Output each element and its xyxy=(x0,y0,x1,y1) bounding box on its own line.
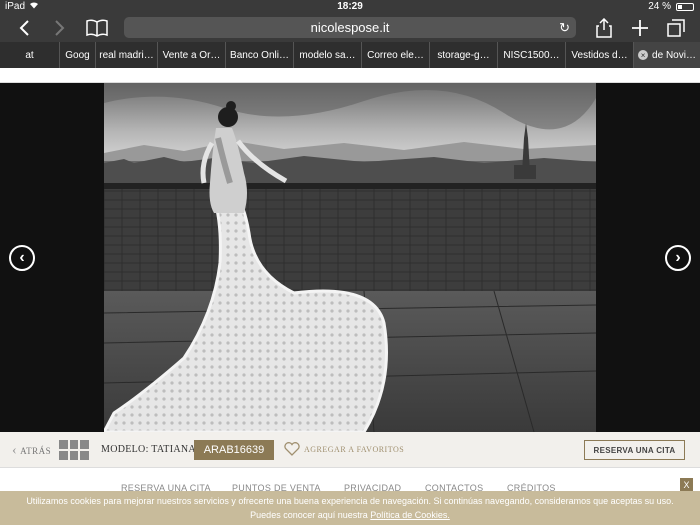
reserve-appointment-button[interactable]: RESERVA UNA CITA xyxy=(584,440,685,460)
tab-8[interactable]: storage-g… xyxy=(430,42,498,68)
tab-7[interactable]: Correo ele… xyxy=(362,42,430,68)
tab-3[interactable]: real madri… xyxy=(96,42,158,68)
cookie-close-button[interactable]: X xyxy=(680,478,693,491)
clock: 18:29 xyxy=(337,1,363,12)
tab-2[interactable]: Goog xyxy=(60,42,96,68)
browser-toolbar: nicolespose.it ↻ xyxy=(0,14,700,42)
heart-icon xyxy=(284,442,300,456)
bookmarks-icon[interactable] xyxy=(84,16,110,40)
tabs-overview-icon[interactable] xyxy=(664,16,688,40)
status-bar: iPad 18:29 24 % xyxy=(0,0,700,14)
tab-10[interactable]: Vestidos d… xyxy=(566,42,634,68)
cookie-banner: Utilizamos cookies para mejorar nuestros… xyxy=(0,491,700,525)
model-name: MODELO: TATIANA xyxy=(101,444,196,455)
grid-view-icon[interactable] xyxy=(59,440,89,460)
model-bar: ‹ ATRÁS MODELO: TATIANA ARAB16639 AGREGA… xyxy=(0,432,700,468)
tab-4[interactable]: Vente a Or… xyxy=(158,42,226,68)
cookie-text: Utilizamos cookies para mejorar nuestros… xyxy=(26,496,674,506)
chevron-right-icon: › xyxy=(675,249,681,266)
cookie-text-line2: Puedes conocer aquí nuestra Política de … xyxy=(250,510,450,520)
page-top-strip xyxy=(0,68,700,83)
next-photo-button[interactable]: › xyxy=(665,245,691,271)
forward-icon[interactable] xyxy=(48,16,72,40)
tab-5[interactable]: Banco Onli… xyxy=(226,42,294,68)
tab-bar: at Goog real madri… Vente a Or… Banco On… xyxy=(0,42,700,68)
chevron-left-icon: ‹ xyxy=(12,443,18,458)
tab-1[interactable]: at xyxy=(0,42,60,68)
back-label: ATRÁS xyxy=(20,446,52,456)
battery-icon xyxy=(676,2,694,11)
tab-9[interactable]: NISC1500… xyxy=(498,42,566,68)
reload-icon[interactable]: ↻ xyxy=(559,17,570,38)
address-bar[interactable]: nicolespose.it ↻ xyxy=(124,17,576,38)
dress-photo xyxy=(104,83,596,432)
battery-percent: 24 % xyxy=(648,1,671,12)
prev-photo-button[interactable]: ‹ xyxy=(9,245,35,271)
share-icon[interactable] xyxy=(592,16,616,40)
chevron-left-icon: ‹ xyxy=(19,249,25,266)
back-icon[interactable] xyxy=(12,16,36,40)
add-to-favorites-link[interactable]: AGREGAR A FAVORITOS xyxy=(284,442,404,456)
tab-6[interactable]: modelo sa… xyxy=(294,42,362,68)
favorites-label: AGREGAR A FAVORITOS xyxy=(304,444,405,454)
model-code-badge: ARAB16639 xyxy=(194,440,274,460)
back-link[interactable]: ‹ ATRÁS xyxy=(12,443,51,459)
new-tab-icon[interactable] xyxy=(628,16,652,40)
tab-active[interactable]: × de Novi… xyxy=(634,42,700,68)
close-tab-icon[interactable]: × xyxy=(638,50,649,60)
url-text: nicolespose.it xyxy=(310,20,390,35)
photo-gallery: ‹ › xyxy=(0,83,700,432)
cookie-policy-link[interactable]: Política de Cookies. xyxy=(370,510,450,520)
